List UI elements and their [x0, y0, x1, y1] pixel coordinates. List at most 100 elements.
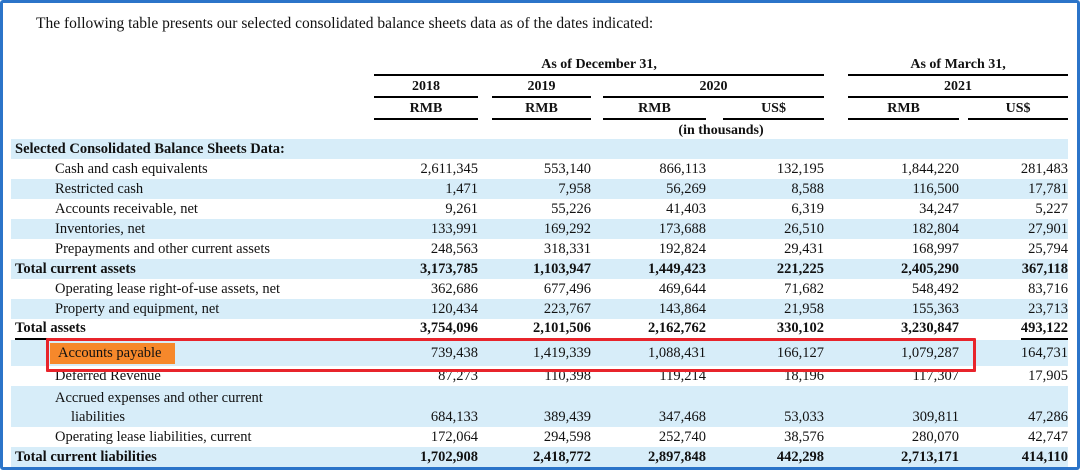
row-label: Total assets: [11, 319, 374, 340]
currency-rmb-2019: RMB: [492, 100, 591, 120]
cell-value: 87,273: [374, 366, 478, 386]
cell-value: 166,127: [706, 340, 824, 366]
cell-value: 442,298: [706, 447, 824, 467]
table-row: Prepayments and other current assets248,…: [11, 239, 1068, 259]
cell-value: 143,864: [591, 299, 706, 319]
cell-value: 2,611,345: [374, 159, 478, 179]
cell-value: 42,747: [959, 427, 1068, 447]
cell-value: 318,331: [478, 239, 591, 259]
cell-value: 9,261: [374, 199, 478, 219]
cell-value: 252,740: [591, 427, 706, 447]
row-label: Inventories, net: [11, 219, 374, 239]
accounts-payable-row: Accounts payable739,4381,419,3391,088,43…: [11, 340, 1068, 366]
currency-rmb-2018: RMB: [374, 100, 478, 120]
cell-value: 71,682: [706, 279, 824, 299]
cell-value: 389,439: [478, 386, 591, 427]
cell-value: 172,064: [374, 427, 478, 447]
cell-value: 21,958: [706, 299, 824, 319]
cell-value: 3,230,847: [824, 319, 959, 340]
empty-cell: [11, 120, 374, 139]
table-row: Deferred Revenue87,273110,398119,21418,1…: [11, 366, 1068, 386]
cell-value: 1,449,423: [591, 259, 706, 279]
balance-sheet-table: As of December 31, As of March 31, 2018 …: [11, 55, 1068, 467]
table-row: Operating lease liabilities, current172,…: [11, 427, 1068, 447]
cell-value: 6,319: [706, 199, 824, 219]
cell-value: 866,113: [591, 159, 706, 179]
cell-value: 55,226: [478, 199, 591, 219]
cell-value: 493,122: [959, 319, 1068, 340]
row-label: Accrued expenses and other currentliabil…: [11, 386, 374, 427]
cell-value: 23,713: [959, 299, 1068, 319]
row-label: Selected Consolidated Balance Sheets Dat…: [11, 139, 374, 159]
cell-value: 2,418,772: [478, 447, 591, 467]
row-label: Prepayments and other current assets: [11, 239, 374, 259]
cell-value: 347,468: [591, 386, 706, 427]
header-cell: US$: [706, 98, 824, 120]
cell-value: 7,958: [478, 179, 591, 199]
cell-value: 34,247: [824, 199, 959, 219]
header-cell: 2020: [591, 76, 824, 98]
cell-value: 684,133: [374, 386, 478, 427]
cell-value: 5,227: [959, 199, 1068, 219]
cell-value: 280,070: [824, 427, 959, 447]
header-cell: RMB: [591, 98, 706, 120]
currency-usd-2020: US$: [723, 100, 824, 120]
cell-value: 17,781: [959, 179, 1068, 199]
cell-value: 26,510: [706, 219, 824, 239]
cell-value: 1,702,908: [374, 447, 478, 467]
cell-value: 132,195: [706, 159, 824, 179]
currency-header-row: RMB RMB RMB US$ RMB US$: [11, 98, 1068, 120]
table-row: Total current assets3,173,7851,103,9471,…: [11, 259, 1068, 279]
row-label: Deferred Revenue: [11, 366, 374, 386]
cell-value: 56,269: [591, 179, 706, 199]
cell-value: [959, 139, 1068, 159]
cell-value: [374, 139, 478, 159]
cell-value: 1,088,431: [591, 340, 706, 366]
year-2020: 2020: [603, 78, 824, 98]
cell-value: 25,794: [959, 239, 1068, 259]
table-row: Operating lease right-of-use assets, net…: [11, 279, 1068, 299]
accounts-payable-highlight: Accounts payable: [50, 343, 175, 364]
cell-value: 164,731: [959, 340, 1068, 366]
cell-value: 248,563: [374, 239, 478, 259]
table-header: As of December 31, As of March 31, 2018 …: [11, 55, 1068, 139]
cell-value: [591, 139, 706, 159]
cell-value: 223,767: [478, 299, 591, 319]
cell-value: 133,991: [374, 219, 478, 239]
document-frame: The following table presents our selecte…: [0, 0, 1080, 470]
col-group-march: As of March 31,: [848, 56, 1068, 76]
cell-value: 1,079,287: [824, 340, 959, 366]
cell-value: 2,101,506: [478, 319, 591, 340]
year-header-row: 2018 2019 2020 2021: [11, 76, 1068, 98]
table-body: Selected Consolidated Balance Sheets Dat…: [11, 139, 1068, 467]
cell-value: 1,471: [374, 179, 478, 199]
row-label: Total current liabilities: [11, 447, 374, 467]
cell-value: 119,214: [591, 366, 706, 386]
cell-value: 41,403: [591, 199, 706, 219]
cell-value: 155,363: [824, 299, 959, 319]
row-label: Total current assets: [11, 259, 374, 279]
empty-cell: [11, 98, 374, 120]
row-label: Property and equipment, net: [11, 299, 374, 319]
cell-value: 367,118: [959, 259, 1068, 279]
cell-value: 469,644: [591, 279, 706, 299]
cell-value: 3,754,096: [374, 319, 478, 340]
row-label: Accounts payable: [11, 340, 374, 366]
currency-rmb-2020: RMB: [603, 100, 706, 120]
row-label: Restricted cash: [11, 179, 374, 199]
cell-value: 548,492: [824, 279, 959, 299]
cell-value: 221,225: [706, 259, 824, 279]
cell-value: 27,901: [959, 219, 1068, 239]
cell-value: 330,102: [706, 319, 824, 340]
header-cell: RMB: [824, 98, 959, 120]
table-row: Accounts receivable, net9,26155,22641,40…: [11, 199, 1068, 219]
cell-value: 18,196: [706, 366, 824, 386]
cell-value: 47,286: [959, 386, 1068, 427]
col-group-december: As of December 31,: [374, 56, 824, 76]
units-row: (in thousands): [11, 120, 1068, 139]
cell-value: 553,140: [478, 159, 591, 179]
cell-value: 309,811: [824, 386, 959, 427]
table-row: Cash and cash equivalents2,611,345553,14…: [11, 159, 1068, 179]
table-row: Total current liabilities1,702,9082,418,…: [11, 447, 1068, 467]
cell-value: 116,500: [824, 179, 959, 199]
